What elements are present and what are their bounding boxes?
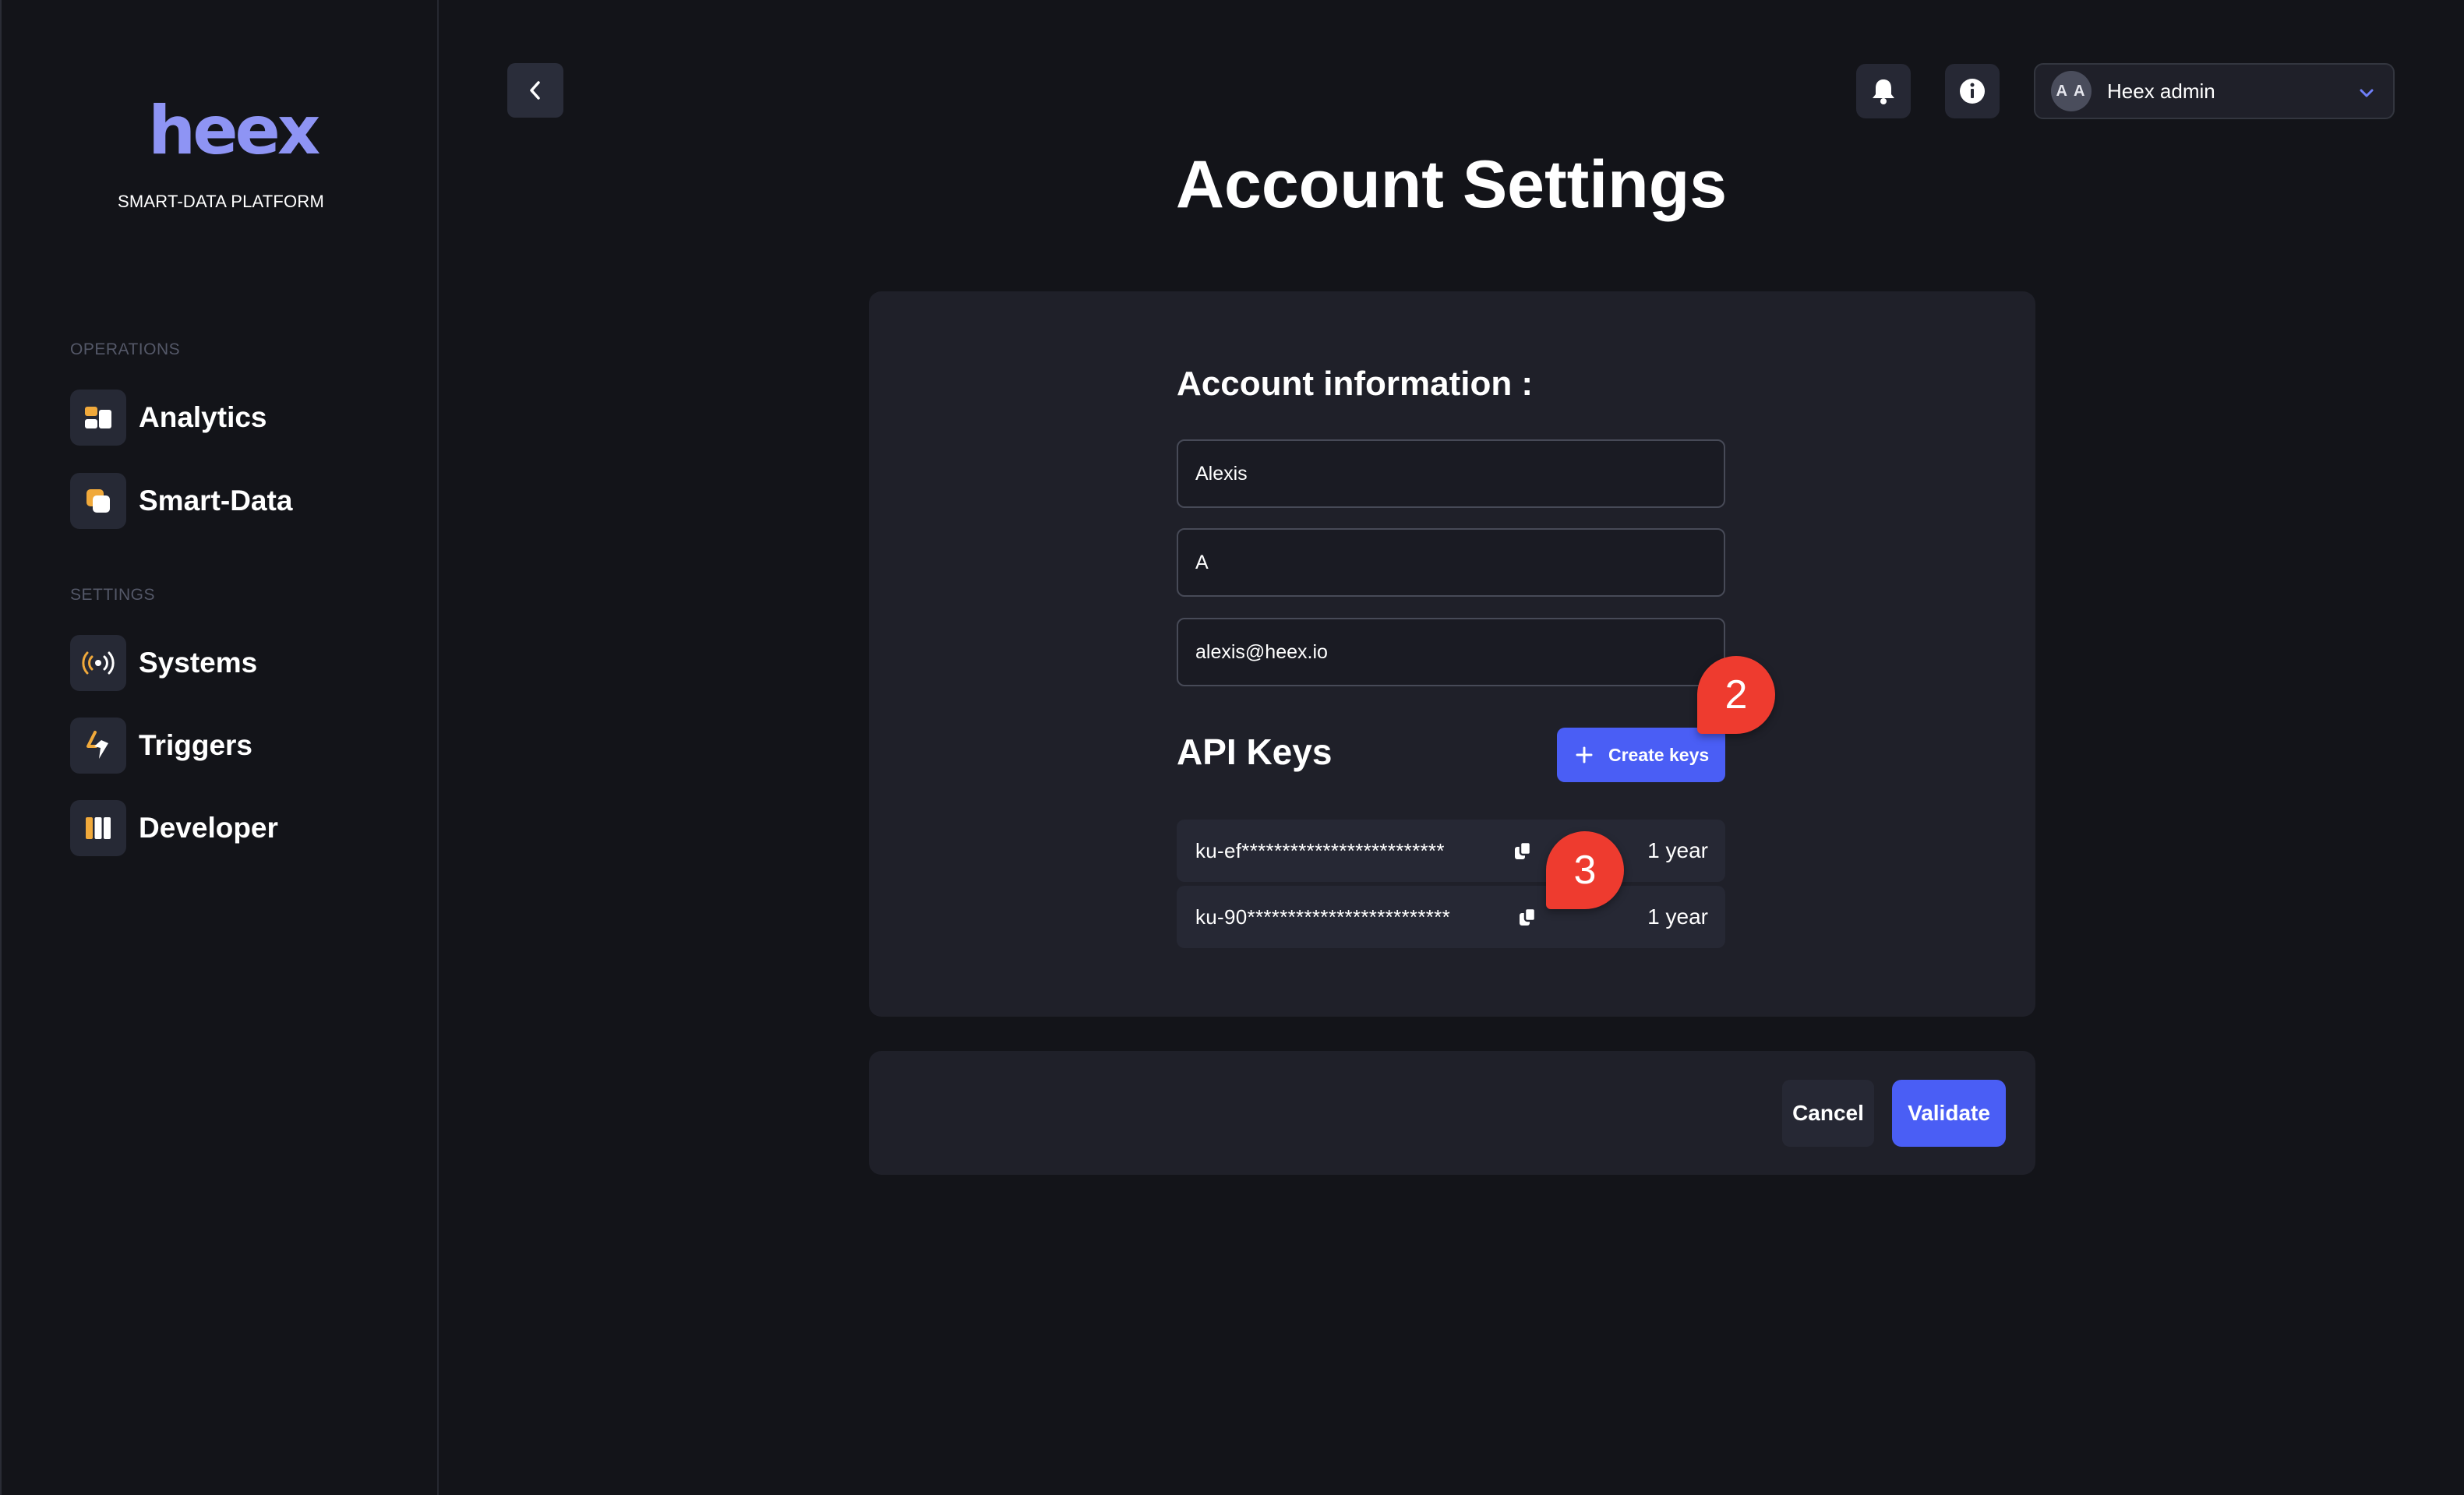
triggers-icon [70, 718, 126, 774]
first-name-field[interactable] [1177, 439, 1725, 508]
plus-icon [1576, 746, 1593, 763]
api-key-row: ku-90************************* 1 year [1177, 886, 1725, 948]
logo-wordmark: heex [148, 92, 320, 170]
validate-button[interactable]: Validate [1892, 1080, 2006, 1147]
last-name-field[interactable] [1177, 528, 1725, 597]
account-information-title: Account information : [1177, 365, 1534, 403]
sidebar-section-operations: OPERATIONS [70, 340, 181, 358]
email-field[interactable] [1177, 618, 1725, 686]
chevron-down-icon [2360, 89, 2374, 97]
sidebar-item-label: Triggers [139, 729, 252, 761]
systems-icon [70, 635, 126, 691]
sidebar-item-smart-data[interactable]: Smart-Data [70, 473, 397, 529]
info-button[interactable] [1945, 64, 2000, 118]
sidebar-item-label: Developer [139, 812, 278, 844]
chevron-left-icon [530, 81, 540, 100]
notifications-button[interactable] [1856, 64, 1911, 118]
copy-icon[interactable] [1518, 907, 1537, 927]
create-keys-button[interactable]: Create keys [1557, 728, 1725, 782]
sidebar-item-label: Systems [139, 647, 258, 679]
brand-tagline: SMART-DATA PLATFORM [118, 192, 324, 211]
analytics-icon [70, 390, 126, 446]
api-key-expiry: 1 year [1647, 838, 1708, 862]
api-key-value: ku-ef************************* [1195, 838, 1445, 862]
callout-badge-create-keys: 2 [1697, 656, 1775, 734]
sidebar-item-developer[interactable]: Developer [70, 800, 397, 856]
callout-badge-copy-key: 3 [1546, 831, 1624, 909]
back-button[interactable] [507, 63, 563, 118]
user-menu[interactable]: A A Heex admin [2034, 63, 2395, 119]
app: heex SMART-DATA PLATFORM OPERATIONS Anal… [0, 0, 2464, 1495]
avatar: A A [2051, 71, 2092, 111]
api-key-row: ku-ef************************* 1 year [1177, 820, 1725, 882]
api-key-expiry: 1 year [1647, 904, 1708, 929]
cancel-button[interactable]: Cancel [1782, 1080, 1874, 1147]
page-title: Account Settings [1175, 147, 1728, 222]
heex-logo[interactable]: heex [148, 97, 320, 164]
create-keys-label: Create keys [1608, 744, 1710, 765]
sidebar-item-systems[interactable]: Systems [70, 635, 397, 691]
smart-data-icon [70, 473, 126, 529]
developer-icon [70, 800, 126, 856]
sidebar-item-analytics[interactable]: Analytics [70, 390, 397, 446]
api-key-value: ku-90************************* [1195, 904, 1450, 929]
info-icon [1960, 79, 1985, 104]
sidebar-item-label: Analytics [139, 401, 267, 433]
api-keys-title: API Keys [1177, 732, 1333, 772]
sidebar-section-settings: SETTINGS [70, 586, 156, 604]
bell-icon [1873, 79, 1894, 104]
sidebar-item-label: Smart-Data [139, 485, 293, 517]
sidebar-item-triggers[interactable]: Triggers [70, 718, 397, 774]
copy-icon[interactable] [1513, 841, 1532, 861]
user-name: Heex admin [2107, 79, 2215, 103]
sidebar: heex SMART-DATA PLATFORM OPERATIONS Anal… [0, 0, 439, 1495]
